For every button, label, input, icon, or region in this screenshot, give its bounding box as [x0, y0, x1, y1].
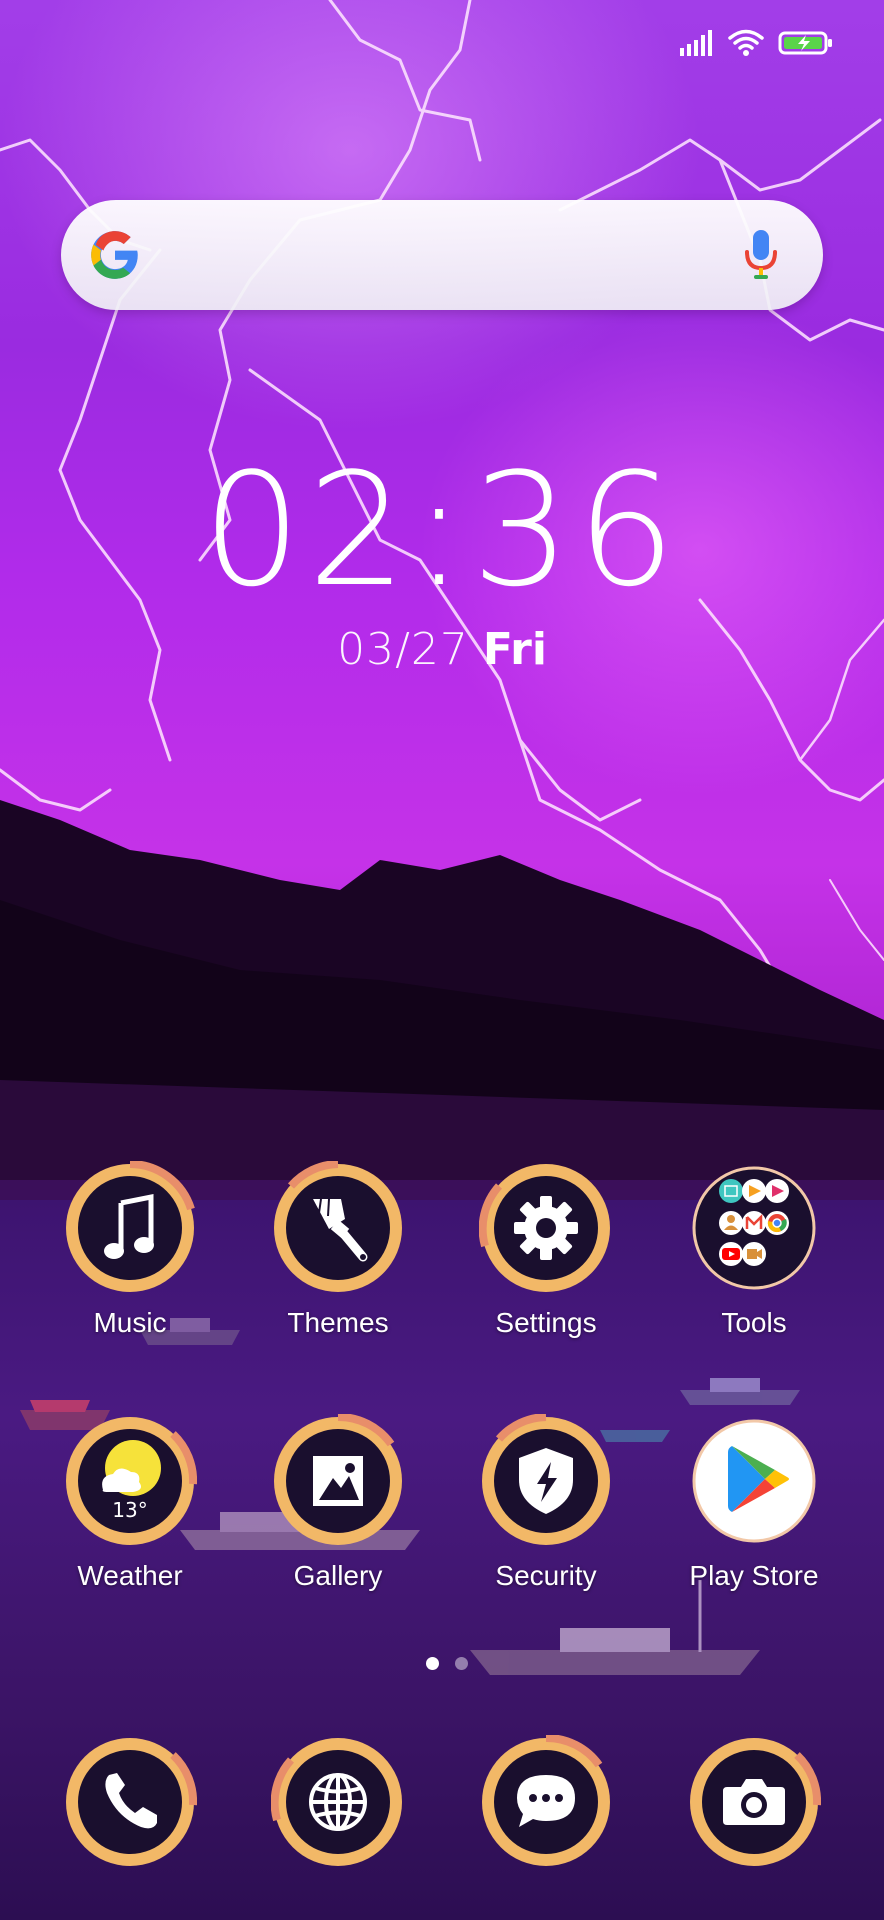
dock-camera[interactable]	[654, 1735, 854, 1869]
folder-icon	[692, 1166, 816, 1290]
app-label: Gallery	[293, 1560, 383, 1591]
app-music[interactable]: Music	[30, 1161, 230, 1341]
image-icon	[274, 1414, 402, 1545]
clock-time[interactable]: 02:36	[0, 445, 884, 615]
app-label: Weather	[77, 1560, 183, 1591]
weather-temp: 13°	[112, 1498, 148, 1522]
app-security[interactable]: Security	[446, 1414, 646, 1594]
app-label: Play Store	[689, 1560, 819, 1591]
weather-icon	[66, 1417, 197, 1545]
battery-charging-icon	[778, 31, 832, 55]
chat-bubble-icon	[482, 1735, 610, 1866]
clock-date[interactable]: 03/27 Fri	[0, 622, 884, 678]
app-themes[interactable]: Themes	[238, 1161, 438, 1341]
phone-icon	[66, 1738, 197, 1866]
date-text: 03/27	[337, 624, 469, 675]
google-search-bar[interactable]	[61, 200, 823, 310]
play-store-icon	[692, 1419, 816, 1543]
page-dot-active[interactable]	[426, 1657, 439, 1670]
dock-messages[interactable]	[446, 1735, 646, 1869]
dock-phone[interactable]	[30, 1735, 230, 1869]
microphone-icon[interactable]	[743, 228, 779, 282]
day-text: Fri	[482, 624, 547, 675]
app-weather[interactable]: 13° Weather	[30, 1414, 230, 1594]
page-dot[interactable]	[455, 1657, 468, 1670]
app-label: Tools	[721, 1307, 787, 1338]
app-label: Settings	[495, 1307, 597, 1338]
camera-icon	[690, 1738, 821, 1866]
app-label: Security	[495, 1560, 597, 1591]
wifi-icon	[728, 29, 764, 56]
shield-bolt-icon	[482, 1414, 610, 1545]
app-label: Music	[93, 1307, 167, 1338]
music-note-icon	[66, 1161, 195, 1292]
app-settings[interactable]: Settings	[446, 1161, 646, 1341]
google-g-icon	[91, 231, 138, 279]
paintbrush-icon	[274, 1161, 402, 1292]
app-folder-tools[interactable]: Tools	[654, 1161, 854, 1341]
app-play-store[interactable]: Play Store	[654, 1414, 854, 1594]
status-bar	[680, 26, 834, 60]
mountain-silhouette	[0, 800, 884, 1220]
dock-browser[interactable]	[238, 1735, 438, 1869]
gear-icon	[479, 1164, 610, 1292]
app-label: Themes	[287, 1307, 389, 1338]
globe-icon	[271, 1738, 402, 1866]
page-indicator	[0, 1657, 884, 1673]
signal-bars-icon	[680, 30, 712, 56]
app-gallery[interactable]: Gallery	[238, 1414, 438, 1594]
